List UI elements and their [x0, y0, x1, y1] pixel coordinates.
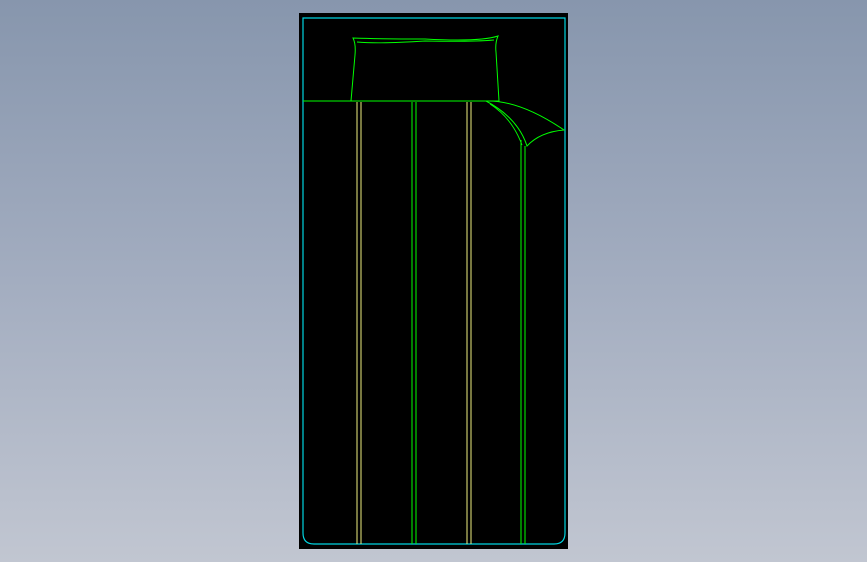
- pillow: [350, 35, 500, 102]
- blanket-fold: [484, 100, 566, 147]
- bed-drawing: [302, 17, 566, 545]
- blanket-fold-crease: [489, 103, 523, 146]
- bed-outline: [302, 17, 566, 545]
- pillow-edge: [356, 39, 495, 44]
